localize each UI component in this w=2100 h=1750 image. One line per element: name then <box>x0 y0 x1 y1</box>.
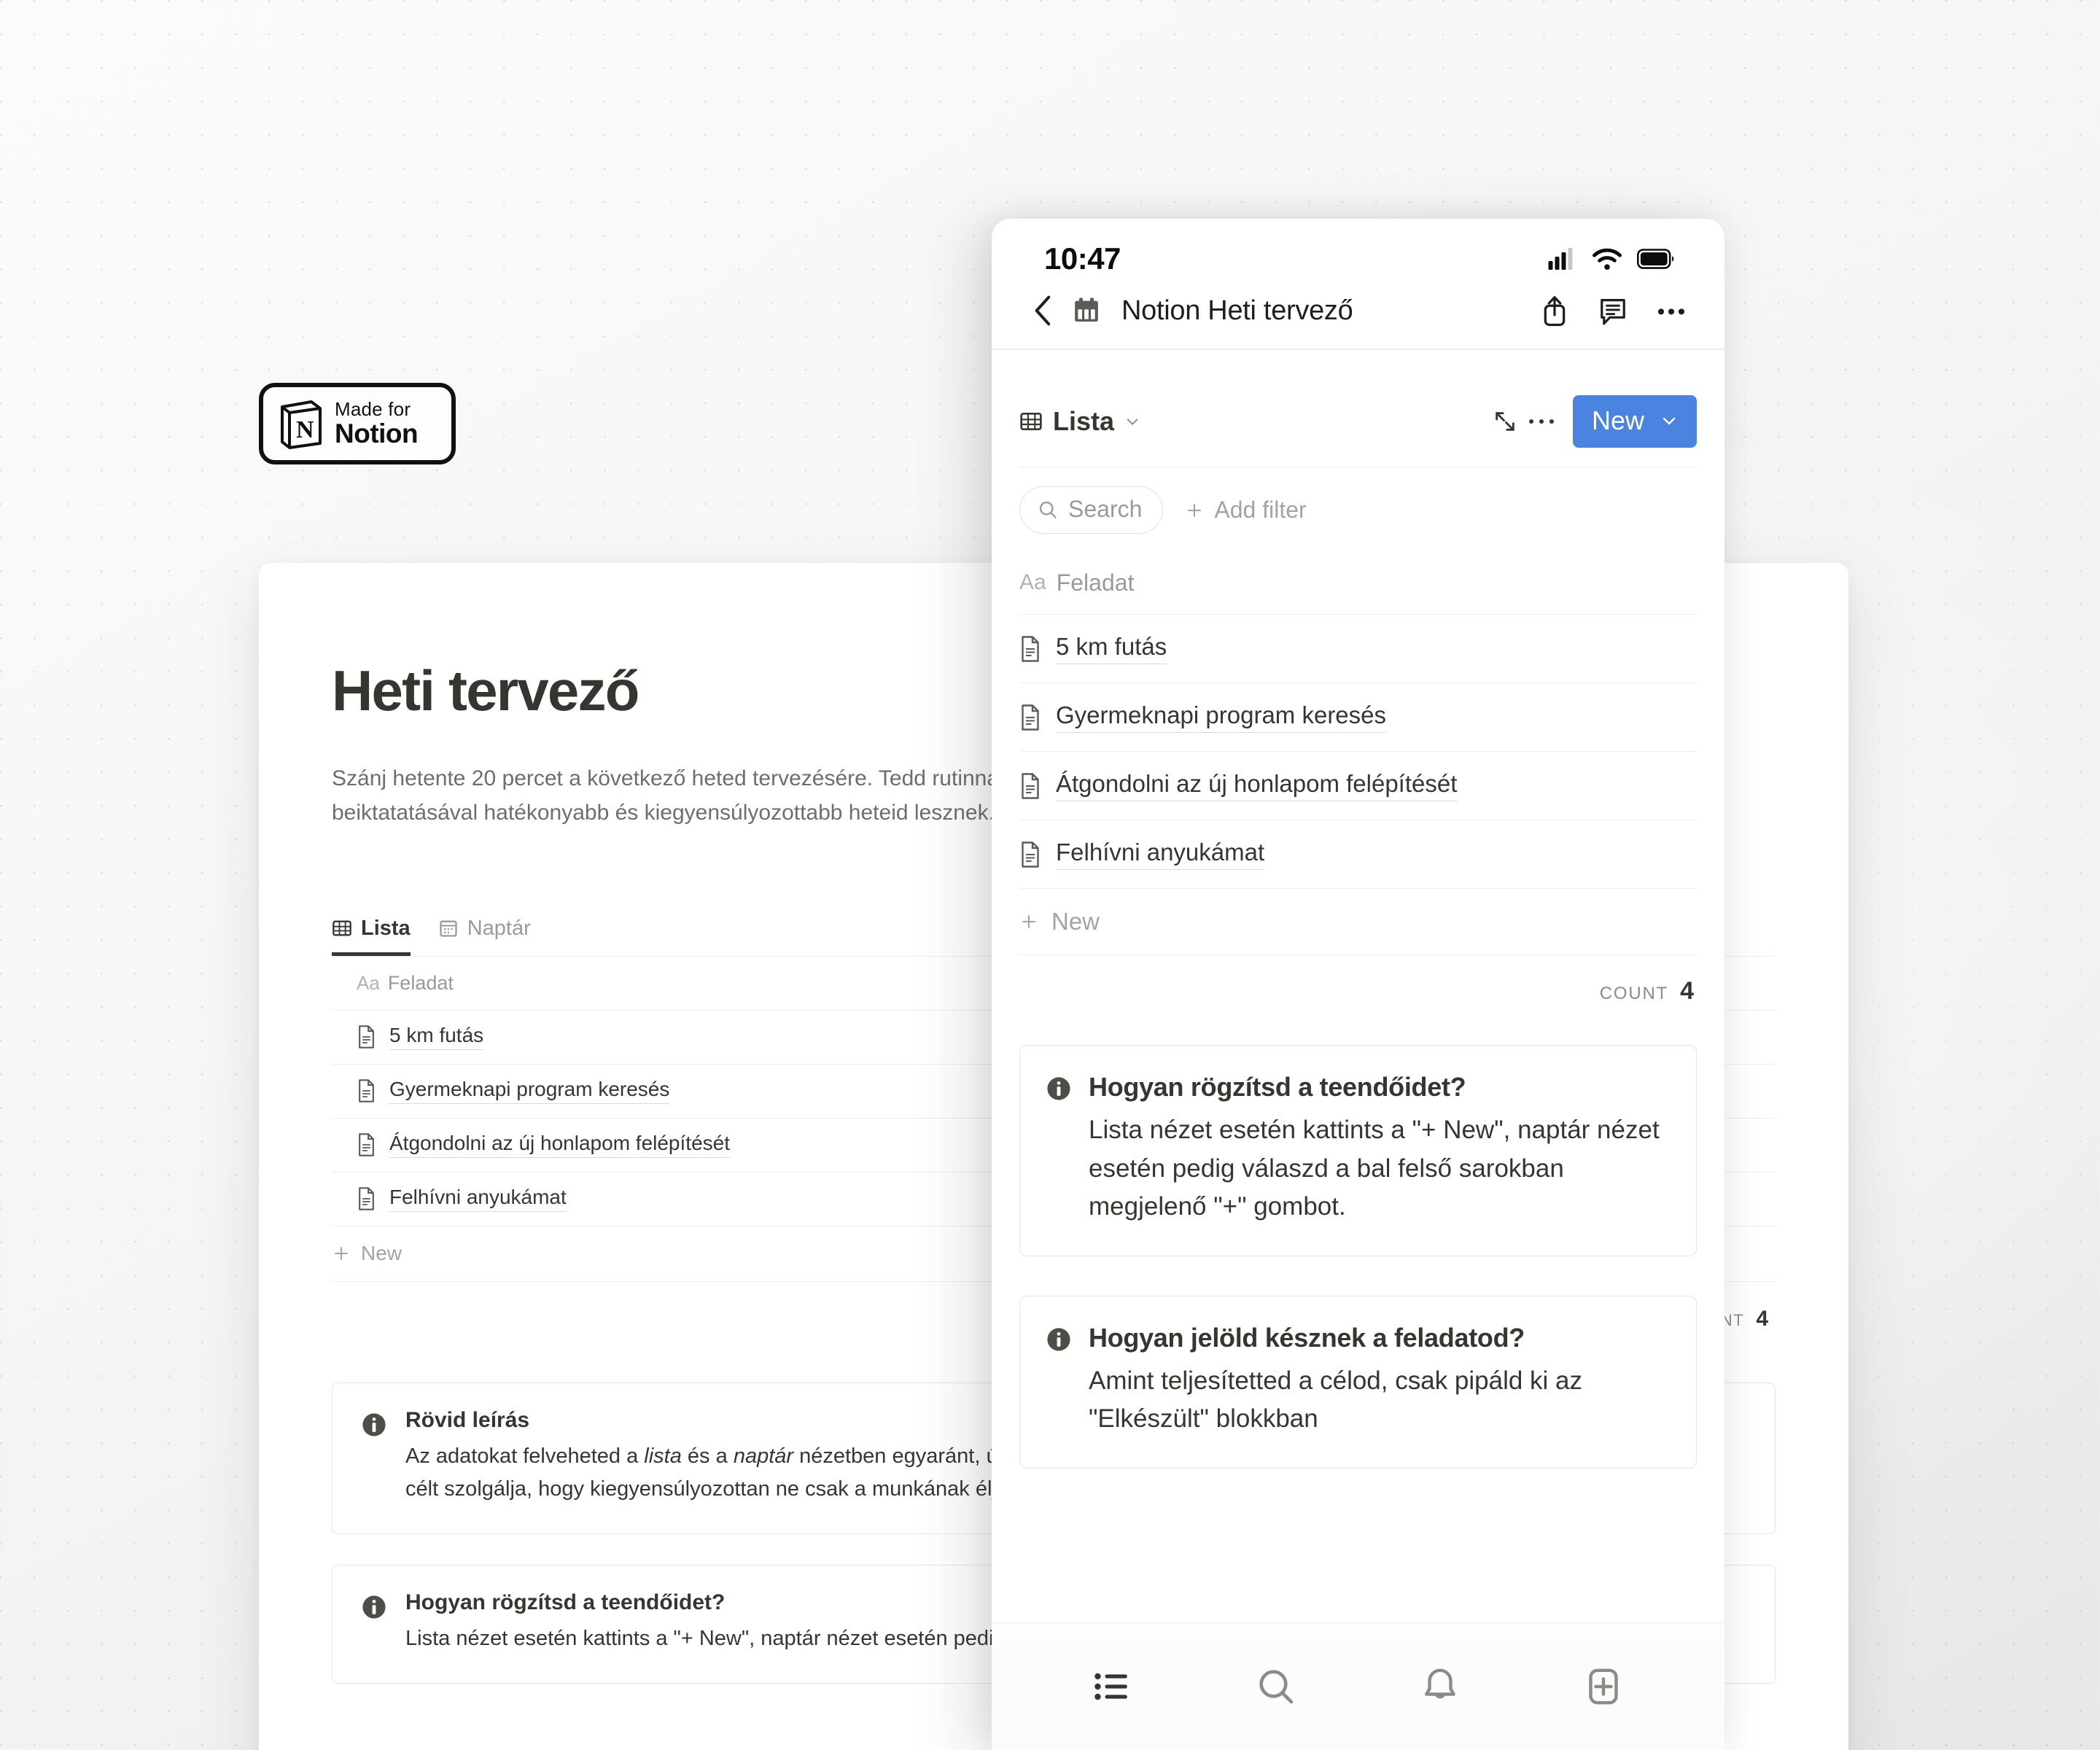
page-icon <box>1022 704 1039 731</box>
status-bar-clock: 10:47 <box>1044 241 1121 276</box>
tab-naptar[interactable]: Naptár <box>438 917 531 956</box>
phone-nav-left: Notion Heti tervező <box>1032 295 1520 327</box>
phone-callout-hogyan-rogzitsd: Hogyan rögzítsd a teendőidet? Lista néze… <box>1019 1045 1697 1256</box>
tab-lista-label: Lista <box>361 916 411 940</box>
info-icon <box>362 1595 386 1619</box>
chevron-down-icon[interactable] <box>1660 412 1678 429</box>
title-property-icon: Aa <box>357 971 380 994</box>
table-view-icon <box>332 920 351 936</box>
list-item-title[interactable]: Felhívni anyukámat <box>1056 839 1265 870</box>
list-item[interactable]: Átgondolni az új honlapom felépítését <box>1019 751 1697 820</box>
plus-icon <box>335 1247 348 1260</box>
info-icon <box>1047 1327 1070 1351</box>
badge-made-for-label: Made for <box>335 397 411 420</box>
list-item[interactable]: Felhívni anyukámat <box>1019 820 1697 888</box>
more-horizontal-icon[interactable] <box>1528 416 1555 427</box>
plus-icon <box>1022 915 1035 928</box>
phone-add-new-button[interactable]: New <box>1019 888 1697 955</box>
phone-mockup: 10:47 Notion Heti tervező Lista New Sear… <box>992 219 1724 1750</box>
phone-tab-bar <box>992 1622 1724 1750</box>
callout-emphasis-naptar: naptár <box>733 1444 794 1468</box>
list-item[interactable]: Gyermeknapi program keresés <box>1019 682 1697 751</box>
wifi-icon <box>1592 248 1622 271</box>
callout-title: Hogyan jelöld késznek a feladatod? <box>1089 1322 1525 1353</box>
phone-content: Lista New Search Add filter Aa Feladat 5… <box>992 350 1724 1623</box>
calendar-icon <box>1075 298 1098 322</box>
calendar-view-icon <box>440 920 457 937</box>
phone-callout-hogyan-jelold: Hogyan jelöld késznek a feladatod? Amint… <box>1019 1295 1697 1469</box>
notion-logo-icon: N <box>281 400 322 449</box>
phone-nav-bar: Notion Heti tervező <box>992 279 1724 349</box>
task-title[interactable]: 5 km futás <box>389 1024 484 1051</box>
table-view-icon <box>1020 412 1042 430</box>
count-value: 4 <box>1756 1306 1768 1331</box>
filter-bar: Search Add filter <box>1019 467 1697 551</box>
share-icon[interactable] <box>1539 295 1570 327</box>
info-icon <box>1047 1077 1070 1100</box>
badge-notion-label: Notion <box>335 419 419 449</box>
bell-icon[interactable] <box>1420 1666 1461 1707</box>
list-item[interactable]: 5 km futás <box>1019 614 1697 682</box>
svg-text:N: N <box>296 416 314 443</box>
status-bar: 10:47 <box>992 219 1724 279</box>
phone-add-new-label: New <box>1051 908 1100 935</box>
callout-body: Amint teljesítetted a célod, csak pipáld… <box>1089 1366 1583 1434</box>
list-icon[interactable] <box>1092 1666 1133 1707</box>
info-icon <box>362 1413 386 1436</box>
callout-title: Hogyan rögzítsd a teendőidet? <box>1089 1072 1466 1102</box>
search-input[interactable]: Search <box>1019 486 1164 534</box>
plus-icon <box>1188 503 1202 517</box>
title-property-icon: Aa <box>1019 570 1046 594</box>
tab-naptar-label: Naptár <box>467 916 531 940</box>
made-for-notion-badge: N Made for Notion <box>259 383 456 464</box>
page-icon <box>1022 635 1039 662</box>
task-title[interactable]: Átgondolni az új honlapom felépítését <box>389 1132 730 1159</box>
chevron-left-icon[interactable] <box>1032 295 1051 327</box>
status-bar-icons <box>1548 247 1675 271</box>
count-label: COUNT <box>1599 984 1669 1003</box>
phone-list-count[interactable]: COUNT 4 <box>1019 955 1697 1006</box>
list-item-title[interactable]: Átgondolni az új honlapom felépítését <box>1056 770 1458 801</box>
new-page-icon[interactable] <box>1583 1666 1624 1707</box>
list-item-title[interactable]: 5 km futás <box>1056 633 1167 664</box>
search-icon <box>1039 501 1057 518</box>
comment-icon[interactable] <box>1598 295 1628 327</box>
callout-body-mid: és a <box>681 1444 734 1468</box>
database-view-bar: Lista New <box>1019 350 1697 467</box>
current-view-name[interactable]: Lista <box>1053 406 1114 437</box>
new-item-label: New <box>1591 405 1644 435</box>
page-icon <box>359 1079 374 1102</box>
list-item-title[interactable]: Gyermeknapi program keresés <box>1056 701 1387 733</box>
add-filter-button[interactable]: Add filter <box>1185 497 1307 524</box>
more-horizontal-icon[interactable] <box>1656 295 1687 327</box>
page-icon <box>359 1133 374 1156</box>
expand-diagonal-icon[interactable] <box>1493 409 1517 434</box>
new-item-button[interactable]: New <box>1572 394 1697 448</box>
page-icon <box>359 1025 374 1049</box>
task-title[interactable]: Felhívni anyukámat <box>389 1186 567 1213</box>
task-title[interactable]: Gyermeknapi program keresés <box>389 1078 670 1105</box>
count-value: 4 <box>1680 977 1694 1005</box>
search-placeholder: Search <box>1068 496 1143 522</box>
phone-column-header-feladat[interactable]: Aa Feladat <box>1019 551 1697 614</box>
tab-lista[interactable]: Lista <box>332 917 411 956</box>
add-filter-label: Add filter <box>1214 497 1307 523</box>
callout-body: Lista nézet esetén kattints a "+ New", n… <box>1089 1116 1660 1221</box>
page-icon <box>1022 841 1039 868</box>
search-icon[interactable] <box>1256 1666 1296 1707</box>
page-icon <box>1022 772 1039 799</box>
callout-body-pre: Az adatokat felveheted a <box>405 1444 645 1468</box>
add-new-row-label: New <box>361 1242 402 1265</box>
phone-page-title: Notion Heti tervező <box>1121 295 1353 326</box>
callout-emphasis-lista: lista <box>644 1444 682 1468</box>
column-header-feladat-label: Feladat <box>387 971 454 994</box>
battery-icon <box>1637 249 1674 269</box>
page-icon <box>359 1187 374 1210</box>
chevron-down-icon[interactable] <box>1124 413 1140 429</box>
phone-nav-actions <box>1539 295 1687 327</box>
phone-column-header-label: Feladat <box>1056 569 1135 596</box>
cellular-signal-icon <box>1548 248 1573 270</box>
